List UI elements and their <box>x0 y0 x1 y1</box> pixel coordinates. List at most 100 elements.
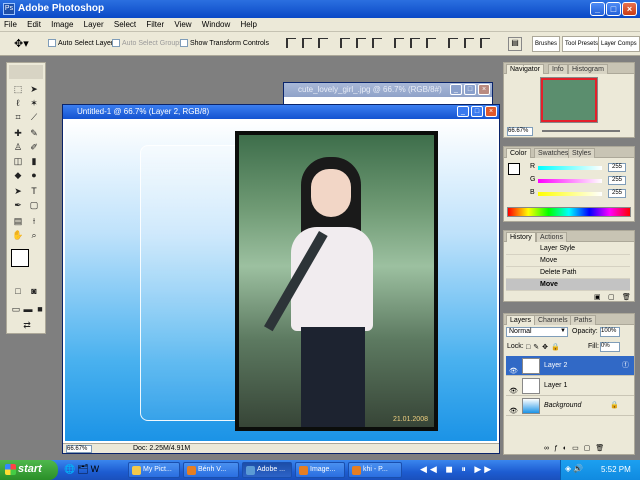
tab-navigator[interactable]: Navigator <box>506 64 544 74</box>
tab-styles[interactable]: Styles <box>568 148 596 158</box>
history-item[interactable]: Delete Path <box>506 267 630 279</box>
zoom-tool-icon[interactable]: ⌕ <box>27 229 41 241</box>
tab-channels[interactable]: Channels <box>534 315 572 325</box>
doc-minimize-button[interactable]: _ <box>450 84 462 95</box>
start-button[interactable]: start <box>0 460 58 480</box>
layer-effects-icon[interactable]: ⓕ <box>622 356 629 376</box>
standard-mode-icon[interactable]: □ <box>11 285 25 297</box>
taskbar-item-my-pictures[interactable]: My Pict... <box>128 462 180 478</box>
history-new-document-icon[interactable]: ▢ <box>608 293 615 301</box>
document-window-untitled[interactable]: Untitled-1 @ 66.7% (Layer 2, RGB/8) _ □ … <box>62 104 500 454</box>
file-browser-icon[interactable]: ▤ <box>508 37 522 51</box>
jump-to-imageready-icon[interactable]: ⇄ <box>19 319 35 331</box>
menu-window[interactable]: Window <box>198 18 234 29</box>
distribute-horizontal-icon[interactable] <box>464 38 474 48</box>
close-button[interactable]: × <box>622 2 637 16</box>
tab-histogram[interactable]: Histogram <box>568 64 608 74</box>
menu-help[interactable]: Help <box>236 18 260 29</box>
tab-layers[interactable]: Layers <box>506 315 536 325</box>
g-slider[interactable] <box>538 179 602 183</box>
tray-icons[interactable]: ◈🔊 <box>565 464 585 473</box>
move-tool-preset-icon[interactable]: ✥▾ <box>14 37 29 50</box>
r-slider[interactable] <box>538 166 602 170</box>
screen-mode-full-icon[interactable]: ■ <box>33 303 47 315</box>
tab-color[interactable]: Color <box>506 148 531 158</box>
document-title-bar[interactable]: Untitled-1 @ 66.7% (Layer 2, RGB/8) _ □ … <box>63 105 499 119</box>
history-item-selected[interactable]: Move <box>506 279 630 291</box>
navigator-zoom-field[interactable]: 66.67% <box>507 127 533 136</box>
tab-actions[interactable]: Actions <box>536 232 567 242</box>
doc-minimize-button[interactable]: _ <box>457 106 469 117</box>
well-tab-layer-comps[interactable]: Layer Comps <box>598 36 640 52</box>
history-trash-icon[interactable]: 🗑 <box>622 293 631 301</box>
menu-select[interactable]: Select <box>110 18 140 29</box>
image-canvas[interactable]: 21.01.2008 <box>65 121 497 441</box>
align-vertical-center-icon[interactable] <box>302 38 312 48</box>
navigator-zoom-slider[interactable] <box>542 130 620 132</box>
fill-field[interactable]: 0% <box>600 342 620 352</box>
clock[interactable]: 5:52 PM <box>601 465 631 474</box>
layer-row-layer-2[interactable]: 👁 Layer 2 ⓕ <box>506 356 634 376</box>
color-spectrum-ramp[interactable] <box>507 207 631 217</box>
distribute-center-icon[interactable] <box>410 38 420 48</box>
tab-info[interactable]: Info <box>548 64 568 74</box>
taskbar-item-adobe[interactable]: Adobe ... <box>242 462 292 478</box>
r-value[interactable]: 255 <box>608 163 626 172</box>
gradient-tool-icon[interactable]: ▮ <box>27 155 41 167</box>
quick-launch-icons[interactable]: 🌐🗂W <box>64 464 101 475</box>
color-fg-swatch[interactable] <box>508 163 520 175</box>
lasso-tool-icon[interactable]: ℓ <box>11 97 25 109</box>
taskbar-item-benh-v[interactable]: Bénh V... <box>183 462 239 478</box>
minimize-button[interactable]: _ <box>590 2 605 16</box>
align-left-icon[interactable] <box>340 38 350 48</box>
menu-filter[interactable]: Filter <box>142 18 168 29</box>
media-controls[interactable]: ◀◀ ◼ ⏸ ▶▶ <box>420 464 494 475</box>
dodge-tool-icon[interactable]: ● <box>27 169 41 181</box>
opacity-field[interactable]: 100% <box>600 327 620 337</box>
quick-mask-icon[interactable]: ◙ <box>27 285 41 297</box>
distribute-right-icon[interactable] <box>480 38 490 48</box>
menu-view[interactable]: View <box>170 18 195 29</box>
maximize-button[interactable]: □ <box>606 2 621 16</box>
menu-file[interactable]: File <box>0 18 21 29</box>
eraser-tool-icon[interactable]: ◫ <box>11 155 25 167</box>
brush-tool-icon[interactable]: ✎ <box>27 127 41 139</box>
type-tool-icon[interactable]: T <box>27 185 41 197</box>
doc-maximize-button[interactable]: □ <box>471 106 483 117</box>
blur-tool-icon[interactable]: ◆ <box>11 169 25 181</box>
g-value[interactable]: 255 <box>608 176 626 185</box>
auto-select-groups-checkbox[interactable]: Auto Select Groups <box>112 39 183 47</box>
tab-history[interactable]: History <box>506 232 536 242</box>
blend-mode-select[interactable]: Normal ▼ <box>506 327 568 337</box>
slice-tool-icon[interactable]: ⟋ <box>27 111 41 123</box>
align-bottom-icon[interactable] <box>318 38 328 48</box>
tab-swatches[interactable]: Swatches <box>534 148 573 158</box>
eyedropper-icon[interactable]: ⟊ <box>27 215 41 227</box>
eye-icon[interactable]: 👁 <box>509 402 518 422</box>
marquee-tool-icon[interactable]: ⬚ <box>11 83 25 95</box>
distribute-top-icon[interactable] <box>394 38 404 48</box>
navigator-thumbnail[interactable] <box>540 77 598 123</box>
zoom-field[interactable]: 66.67% <box>66 445 92 453</box>
history-brush-icon[interactable]: ✐ <box>27 141 41 153</box>
layer-row-background[interactable]: 👁 Background 🔒 <box>506 396 634 416</box>
document-window-cute-girl[interactable]: cute_lovely_girl_.jpg @ 66.7% (RGB/8#) _… <box>283 82 493 106</box>
history-item[interactable]: Move <box>506 255 630 267</box>
align-right-icon[interactable] <box>372 38 382 48</box>
foreground-color-swatch[interactable] <box>11 249 29 267</box>
menu-layer[interactable]: Layer <box>80 18 108 29</box>
pen-tool-icon[interactable]: ✒ <box>11 199 25 211</box>
hand-tool-icon[interactable]: ✋ <box>11 229 25 241</box>
show-transform-controls-checkbox[interactable]: Show Transform Controls <box>180 39 269 47</box>
taskbar-item-image[interactable]: Image... <box>295 462 345 478</box>
magic-wand-icon[interactable]: ✶ <box>27 97 41 109</box>
layers-bottom-buttons[interactable]: ∞ƒ◐▭▢🗑 <box>544 444 609 452</box>
doc-close-button[interactable]: × <box>478 84 490 95</box>
navigator-view-box[interactable] <box>541 78 597 122</box>
distribute-bottom-icon[interactable] <box>426 38 436 48</box>
b-value[interactable]: 255 <box>608 189 626 198</box>
feather-icon[interactable] <box>9 65 43 79</box>
distribute-left-icon[interactable] <box>448 38 458 48</box>
clone-stamp-icon[interactable]: ♙ <box>11 141 25 153</box>
well-tab-brushes[interactable]: Brushes <box>532 36 561 52</box>
